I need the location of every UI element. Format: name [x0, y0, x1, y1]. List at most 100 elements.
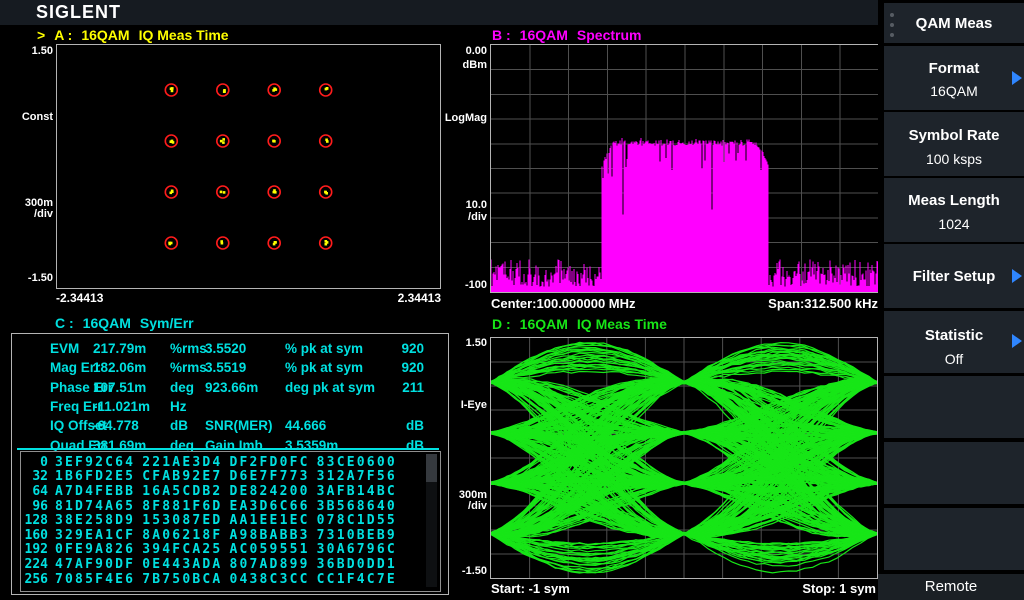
symbol-group: 47AF90DF [55, 556, 136, 572]
window-c-format: 16QAM [82, 315, 131, 331]
a-y-max-label: 1.50 [31, 45, 53, 57]
softkey-empty-3 [884, 508, 1024, 570]
b-ref-level-label: 0.00 [465, 45, 487, 57]
window-b-header[interactable]: B : 16QAM Spectrum [492, 27, 641, 43]
symbol-table: 0 3EF92C64 221AE3D4 DF2FD0FC 83CE0600 32 1B6FD… [20, 451, 441, 592]
symbol-group: 8A06218F [142, 527, 223, 543]
measurement-cell: dB [170, 418, 188, 434]
softkey-empty-1 [884, 376, 1024, 438]
symbol-index: 32 [32, 469, 48, 485]
scrollbar-thumb[interactable] [426, 454, 437, 482]
symbol-group: 221AE3D4 [142, 454, 223, 470]
measurement-cell: %rms [170, 360, 207, 376]
a-y-min-label: -1.50 [27, 272, 53, 284]
symbol-row: 32 1B6FD2E5 CFAB92E7 D6E7F773 312A7F56 [21, 469, 440, 485]
softkey-statistic[interactable]: Statistic Off [884, 311, 1024, 373]
measurement-cell: 44.666 [285, 418, 327, 434]
d-stop-label: Stop: 1 sym [802, 581, 876, 596]
softkey-symbol-rate[interactable]: Symbol Rate 100 ksps [884, 112, 1024, 176]
symbol-row: 128 38E258D9 153087ED AA1EE1EC 078C1D55 [21, 513, 440, 528]
table-divider [17, 448, 439, 450]
measurement-cell: 920 [401, 360, 424, 376]
measurement-table: EVM 217.79m %rms 3.5520% pk at sym 920 Mag Er… [12, 334, 448, 453]
symbol-row: 192 0FE9A826 394FCA25 AC059551 30A6796C [21, 542, 440, 558]
window-a-format: 16QAM [81, 27, 130, 43]
window-d-title: IQ Meas Time [576, 316, 667, 332]
analyzer-screen: SIGLENT > A : 16QAM IQ Meas Time 1.50 Co… [0, 0, 1024, 600]
symbol-group: CC1F4C7E [316, 571, 397, 587]
symbol-group: 3AFB14BC [316, 483, 397, 499]
symbol-group: 7310BEB9 [316, 527, 397, 543]
symbol-group: 8F881F6D [142, 498, 223, 514]
submenu-arrow-icon [1012, 334, 1022, 348]
a-y-axis-label: Const [21, 111, 53, 123]
symbol-group: 1B6FD2E5 [55, 469, 136, 485]
measurement-cell: 182.06m [93, 360, 147, 376]
measurement-cell: -11.021m [93, 398, 151, 414]
symbol-group: 83CE0600 [316, 454, 397, 470]
softkey-filter-setup[interactable]: Filter Setup [884, 244, 1024, 308]
b-div-label: 10.0 [465, 199, 487, 211]
d-start-label: Start: -1 sym [491, 581, 570, 596]
d-y-div-unit: /div [468, 500, 487, 512]
submenu-arrow-icon [1012, 71, 1022, 85]
symbol-index: 160 [24, 527, 48, 543]
symbol-index: 256 [24, 571, 48, 587]
window-b-id: B : [492, 27, 511, 43]
symbol-index: 0 [40, 454, 48, 470]
d-y-axis-label: I-Eye [460, 399, 487, 411]
symbol-group: 7085F4E6 [55, 571, 136, 587]
symbol-group: 394FCA25 [142, 542, 223, 558]
window-d-header[interactable]: D : 16QAM IQ Meas Time [492, 316, 667, 332]
b-ref-unit-label: dBm [462, 59, 487, 71]
symbol-group: 3B568640 [316, 498, 397, 514]
window-b-format: 16QAM [519, 27, 568, 43]
symbol-group: AA1EE1EC [229, 513, 310, 529]
window-c-id: C : [55, 315, 74, 331]
symbol-group: 36BD0DD1 [316, 556, 397, 572]
window-a-id: A : [54, 27, 73, 43]
measurement-cell: 217.79m [93, 341, 147, 356]
symbol-row: 224 47AF90DF 0E443ADA 807AD899 36BD0DD1 [21, 557, 440, 572]
symbol-group: 0FE9A826 [55, 542, 136, 558]
softkey-meas-length[interactable]: Meas Length 1024 [884, 178, 1024, 242]
symbol-index: 224 [24, 556, 48, 572]
measurement-cell: Hz [170, 398, 187, 414]
symbol-group: 38E258D9 [55, 513, 136, 529]
d-y-min-label: -1.50 [461, 565, 487, 577]
symbol-group: EA3D6C66 [229, 498, 310, 514]
measurement-row: Phase Err 107.51m deg 923.66m deg pk at sym 2… [12, 379, 448, 398]
b-scale-type-label: LogMag [444, 112, 487, 124]
symbol-group: AC059551 [229, 542, 310, 558]
eye-diagram-plot [490, 337, 878, 579]
symbol-index: 96 [32, 498, 48, 514]
symbol-group: CFAB92E7 [142, 469, 223, 485]
symbol-group: 153087ED [142, 513, 223, 529]
symbol-group: 16A5CDB2 [142, 483, 223, 499]
symbol-group: 807AD899 [229, 556, 310, 572]
measurement-cell: 211 [402, 379, 424, 395]
symbol-rows: 0 3EF92C64 221AE3D4 DF2FD0FC 83CE0600 32 1B6FD… [21, 454, 440, 587]
measurement-cell: deg [170, 379, 195, 395]
measurement-cell: SNR(MER) [205, 418, 273, 434]
measurement-cell: -64.778 [93, 418, 139, 434]
softkey-empty-2 [884, 442, 1024, 504]
symbol-index: 64 [32, 483, 48, 499]
measurement-cell: 923.66m [205, 379, 259, 395]
symbol-group: A7D4FEBB [55, 483, 136, 499]
b-div-unit: /div [468, 211, 487, 223]
softkey-format[interactable]: Format 16QAM [884, 46, 1024, 110]
symbol-group: DE824200 [229, 483, 310, 499]
siglent-logo: SIGLENT [36, 2, 122, 22]
symbol-group: DF2FD0FC [229, 454, 310, 470]
symbol-group: 0438C3CC [229, 571, 310, 587]
b-center-freq-label: Center:100.000000 MHz [491, 296, 636, 311]
window-a-header[interactable]: > A : 16QAM IQ Meas Time [37, 27, 229, 43]
window-c-title: Sym/Err [139, 315, 194, 331]
window-c-header[interactable]: C : 16QAM Sym/Err [55, 315, 194, 331]
softkey-menu-title[interactable]: QAM Meas [884, 3, 1024, 43]
symbol-index: 128 [24, 513, 48, 529]
constellation-plot [56, 44, 441, 289]
window-b-title: Spectrum [576, 27, 642, 43]
symbol-row: 160 329EA1CF 8A06218F A98BABB3 7310BEB9 [21, 528, 440, 543]
